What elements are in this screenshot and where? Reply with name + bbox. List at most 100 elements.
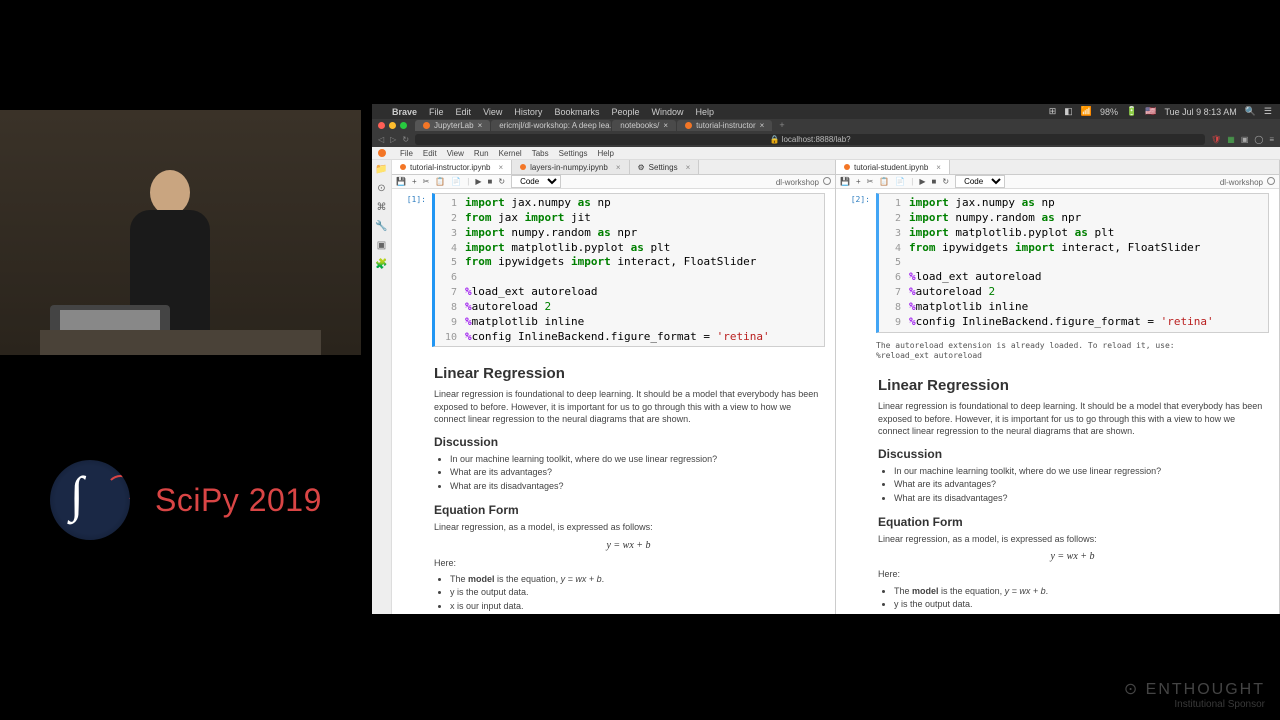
cut-icon[interactable]: ✂	[423, 177, 430, 186]
folder-icon[interactable]: 📁	[375, 164, 387, 175]
close-icon[interactable]: ×	[686, 163, 691, 172]
nav-reload-icon[interactable]: ↻	[402, 135, 409, 144]
window-controls[interactable]	[378, 122, 407, 129]
notebook-body-right[interactable]: [2]: 1import jax.numpy as np 2import num…	[836, 189, 1279, 614]
notebook-toolbar-right[interactable]: 💾 + ✂ 📋 📄 | ▶ ■ ↻ Code dl-workshop	[836, 175, 1279, 189]
notebook-toolbar-left[interactable]: 💾 + ✂ 📋 📄 | ▶ ■ ↻ Code dl-workshop	[392, 175, 835, 189]
jlab-menu-edit[interactable]: Edit	[423, 149, 437, 158]
browser-tab-tutorial[interactable]: tutorial-instructor×	[677, 120, 772, 131]
window-close-icon[interactable]	[378, 122, 385, 129]
save-icon[interactable]: 💾	[396, 177, 406, 186]
subsection-heading: Discussion	[878, 447, 1267, 461]
jlab-menu-help[interactable]: Help	[598, 149, 614, 158]
bullet-list: In our machine learning toolkit, where d…	[434, 453, 823, 494]
commands-icon[interactable]: ⌘	[377, 202, 387, 213]
kernel-status-icon[interactable]	[823, 177, 831, 185]
notebook-file-icon	[520, 164, 526, 170]
window-minimize-icon[interactable]	[389, 122, 396, 129]
browser-tab-notebooks[interactable]: notebooks/×	[612, 120, 676, 131]
macos-menubar[interactable]: Brave File Edit View History Bookmarks P…	[372, 104, 1280, 119]
run-icon[interactable]: ▶	[475, 177, 481, 186]
cell-prompt: [2]:	[846, 193, 876, 333]
stop-icon[interactable]: ■	[488, 177, 493, 186]
jlab-menu-file[interactable]: File	[400, 149, 413, 158]
jlab-menubar[interactable]: File Edit View Run Kernel Tabs Settings …	[372, 147, 1280, 160]
wifi-icon[interactable]: 📶	[1081, 106, 1092, 117]
close-icon[interactable]: ×	[616, 163, 621, 172]
notebook-tabs-right[interactable]: tutorial-student.ipynb×	[836, 160, 1279, 175]
paste-icon[interactable]: 📄	[451, 177, 461, 186]
copy-icon[interactable]: 📋	[879, 177, 889, 186]
menu-edit[interactable]: Edit	[456, 107, 472, 117]
spotlight-icon[interactable]: 🔍	[1245, 106, 1256, 117]
menu-view[interactable]: View	[483, 107, 502, 117]
cut-icon[interactable]: ✂	[867, 177, 874, 186]
browser-tab-jupyterlab[interactable]: JupyterLab×	[415, 120, 490, 131]
close-icon[interactable]: ×	[498, 163, 503, 172]
code-editor[interactable]: 1import jax.numpy as np 2import numpy.ra…	[876, 193, 1269, 333]
jlab-menu-kernel[interactable]: Kernel	[499, 149, 522, 158]
menu-bookmarks[interactable]: Bookmarks	[554, 107, 599, 117]
copy-icon[interactable]: 📋	[435, 177, 445, 186]
paragraph: Linear regression is foundational to dee…	[434, 388, 823, 424]
restart-icon[interactable]: ↻	[942, 177, 949, 186]
url-field[interactable]: 🔒 localhost:8888/lab?	[415, 134, 1205, 145]
nb-tab-settings[interactable]: ⚙Settings×	[630, 160, 700, 174]
close-icon[interactable]: ×	[663, 121, 668, 130]
nav-forward-icon[interactable]: ▷	[390, 135, 396, 144]
menu-people[interactable]: People	[611, 107, 639, 117]
add-cell-icon[interactable]: +	[856, 177, 861, 186]
celltype-select[interactable]: Code	[511, 175, 561, 188]
browser-menu-icon[interactable]: ≡	[1269, 135, 1274, 144]
extension-icon[interactable]: ▦	[1227, 135, 1235, 144]
restart-icon[interactable]: ↻	[498, 177, 505, 186]
menu-app[interactable]: Brave	[392, 107, 417, 117]
window-maximize-icon[interactable]	[400, 122, 407, 129]
paste-icon[interactable]: 📄	[895, 177, 905, 186]
shield-icon[interactable]: 🛡	[1211, 135, 1221, 144]
jlab-menu-run[interactable]: Run	[474, 149, 489, 158]
markdown-cell[interactable]: Linear Regression Linear regression is f…	[846, 365, 1269, 614]
stop-icon[interactable]: ■	[932, 177, 937, 186]
menu-window[interactable]: Window	[651, 107, 683, 117]
jlab-menu-settings[interactable]: Settings	[559, 149, 588, 158]
save-icon[interactable]: 💾	[840, 177, 850, 186]
jlab-menu-tabs[interactable]: Tabs	[532, 149, 549, 158]
list-item: What are its disadvantages?	[450, 480, 823, 494]
tabs-icon[interactable]: ▣	[377, 240, 386, 251]
list-item: In our machine learning toolkit, where d…	[894, 465, 1267, 479]
extension-icon[interactable]: ▣	[1241, 135, 1249, 144]
run-icon[interactable]: ▶	[919, 177, 925, 186]
browser-tab-github[interactable]: ericmjl/dl-workshop: A deep lea…×	[491, 120, 611, 131]
profile-icon[interactable]: ◯	[1254, 135, 1263, 144]
notebook-file-icon	[844, 164, 850, 170]
code-editor[interactable]: 1import jax.numpy as np 2from jax import…	[432, 193, 825, 347]
add-cell-icon[interactable]: +	[412, 177, 417, 186]
code-cell[interactable]: [1]: 1import jax.numpy as np 2from jax i…	[402, 193, 825, 347]
menu-history[interactable]: History	[514, 107, 542, 117]
menu-file[interactable]: File	[429, 107, 444, 117]
jlab-menu-view[interactable]: View	[447, 149, 464, 158]
close-icon[interactable]: ×	[478, 121, 483, 130]
nb-tab-layers[interactable]: layers-in-numpy.ipynb×	[512, 160, 629, 174]
close-icon[interactable]: ×	[760, 121, 765, 130]
menu-help[interactable]: Help	[696, 107, 715, 117]
nb-tab-student[interactable]: tutorial-student.ipynb×	[836, 160, 950, 174]
running-icon[interactable]: ⊙	[377, 183, 385, 194]
flag-icon[interactable]: 🇺🇸	[1145, 106, 1156, 117]
notebook-tabs-left[interactable]: tutorial-instructor.ipynb× layers-in-num…	[392, 160, 835, 175]
notebook-body-left[interactable]: [1]: 1import jax.numpy as np 2from jax i…	[392, 189, 835, 614]
extension-icon[interactable]: 🧩	[375, 259, 387, 270]
jlab-activity-bar[interactable]: 📁 ⊙ ⌘ 🔧 ▣ 🧩	[372, 160, 392, 614]
shared-desktop: Brave File Edit View History Bookmarks P…	[372, 104, 1280, 614]
build-icon[interactable]: 🔧	[375, 221, 387, 232]
nb-tab-instructor[interactable]: tutorial-instructor.ipynb×	[392, 160, 512, 174]
control-center-icon[interactable]: ☰	[1264, 106, 1272, 117]
celltype-select[interactable]: Code	[955, 175, 1005, 188]
nav-back-icon[interactable]: ◁	[378, 135, 384, 144]
markdown-cell[interactable]: Linear Regression Linear regression is f…	[402, 353, 825, 614]
kernel-status-icon[interactable]	[1267, 177, 1275, 185]
new-tab-button[interactable]: +	[773, 120, 790, 131]
code-cell[interactable]: [2]: 1import jax.numpy as np 2import num…	[846, 193, 1269, 333]
close-icon[interactable]: ×	[936, 163, 941, 172]
